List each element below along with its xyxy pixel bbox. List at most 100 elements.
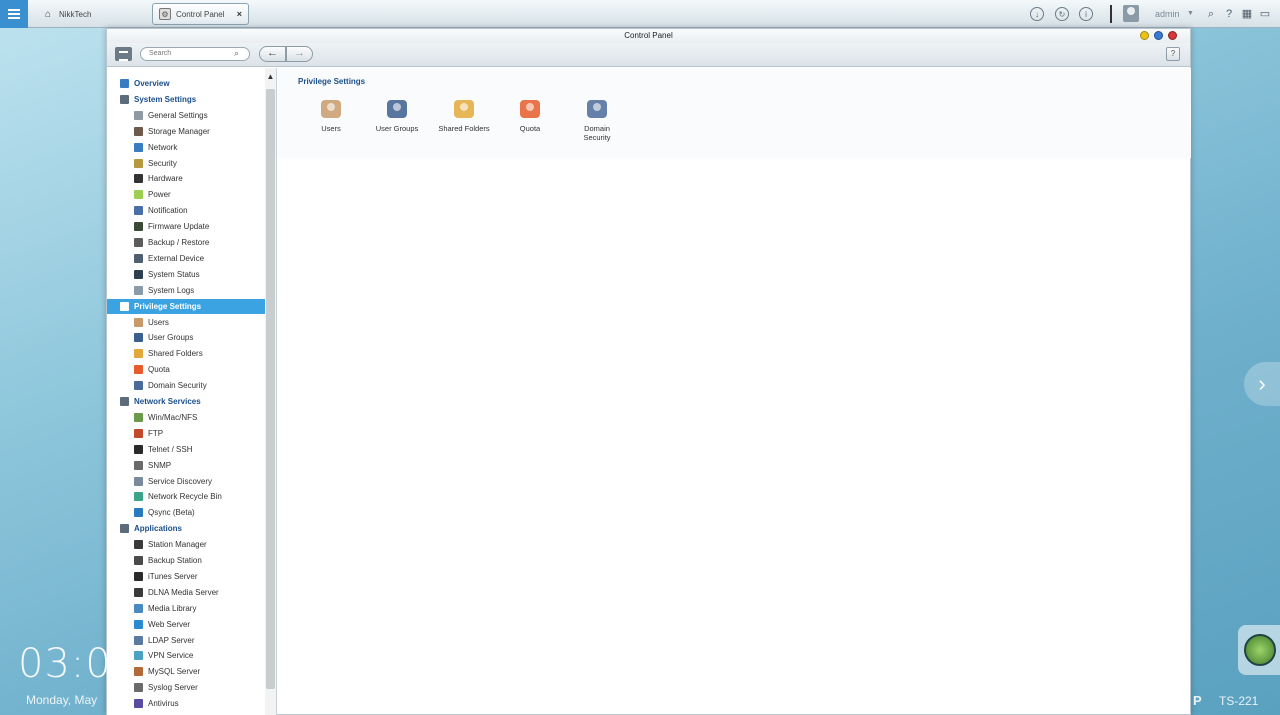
dlna-icon <box>134 587 143 597</box>
sidebar-item-power[interactable]: Power <box>107 187 265 202</box>
close-tab-icon[interactable]: × <box>237 9 242 19</box>
sidebar-item-network[interactable]: Network <box>107 140 265 155</box>
sidebar-item-label: MySQL Server <box>148 667 201 677</box>
tile-shared-folders[interactable]: Shared Folders <box>434 98 494 133</box>
taskbar: ⌂ NikkTech ⚙ Control Panel × ↓ ↻ i admin… <box>0 0 1280 28</box>
sidebar-item-syslog-server[interactable]: Syslog Server <box>107 680 265 695</box>
sidebar-item-external-device[interactable]: External Device <box>107 251 265 266</box>
folder-icon <box>134 349 143 359</box>
sidebar-item-vpn-service[interactable]: VPN Service <box>107 648 265 663</box>
sidebar-item-hardware[interactable]: Hardware <box>107 171 265 186</box>
sidebar-item-applications[interactable]: Applications <box>107 521 265 536</box>
sidebar-item-service-discovery[interactable]: Service Discovery <box>107 474 265 489</box>
sidebar-item-telnet-ssh[interactable]: Telnet / SSH <box>107 442 265 457</box>
sidebar-item-security[interactable]: Security <box>107 156 265 171</box>
sidebar-item-network-services[interactable]: Network Services <box>107 394 265 409</box>
sidebar-item-qsync-beta[interactable]: Qsync (Beta) <box>107 505 265 520</box>
sidebar-item-ftp[interactable]: FTP <box>107 426 265 441</box>
sidebar-item-network-recycle-bin[interactable]: Network Recycle Bin <box>107 489 265 504</box>
sidebar-item-label: External Device <box>148 253 205 263</box>
tab-control-panel[interactable]: ⚙ Control Panel × <box>152 3 249 25</box>
user-name[interactable]: admin <box>1155 9 1180 19</box>
sidebar-item-backup-restore[interactable]: Backup / Restore <box>107 235 265 250</box>
tile-quota[interactable]: Quota <box>500 98 560 133</box>
section-title: Privilege Settings <box>298 77 366 86</box>
sidebar-item-users[interactable]: Users <box>107 315 265 330</box>
refresh-icon[interactable]: ↻ <box>1055 7 1069 21</box>
info-icon[interactable]: i <box>1079 7 1093 21</box>
tile-users[interactable]: Users <box>301 98 361 133</box>
sidebar-item-label: VPN Service <box>148 651 194 661</box>
model-label: TS-221 <box>1219 694 1259 708</box>
sidebar-item-system-status[interactable]: System Status <box>107 267 265 282</box>
sidebar-item-overview[interactable]: Overview <box>107 76 265 91</box>
back-button[interactable]: ← <box>259 46 286 62</box>
sidebar-item-firmware-update[interactable]: Firmware Update <box>107 219 265 234</box>
sidebar-item-antivirus[interactable]: Antivirus <box>107 696 265 711</box>
search-icon[interactable]: ⌕ <box>1204 7 1218 21</box>
tile-domain-security[interactable]: Domain Security <box>567 98 627 142</box>
sidebar-item-system-settings[interactable]: System Settings <box>107 92 265 107</box>
backup-icon <box>134 238 143 247</box>
help-button[interactable]: ? <box>1166 47 1180 61</box>
sidebar-item-dlna-media-server[interactable]: DLNA Media Server <box>107 585 265 600</box>
scroll-up-icon[interactable]: ▲ <box>265 72 276 81</box>
grid-icon[interactable]: ▦ <box>1240 7 1254 21</box>
close-icon[interactable] <box>1168 31 1177 40</box>
toggle-view-button[interactable] <box>115 47 132 61</box>
sidebar-item-shared-folders[interactable]: Shared Folders <box>107 346 265 361</box>
help-icon[interactable]: ? <box>1222 7 1236 21</box>
gear-icon <box>120 94 129 104</box>
main-menu-button[interactable] <box>0 0 28 28</box>
syslog-icon <box>134 683 143 693</box>
sidebar-item-label: Station Manager <box>148 540 207 550</box>
sidebar-item-label: Telnet / SSH <box>148 444 193 454</box>
logs-icon <box>134 285 143 295</box>
sidebar-item-web-server[interactable]: Web Server <box>107 617 265 632</box>
sidebar-item-system-logs[interactable]: System Logs <box>107 283 265 298</box>
sidebar-scrollbar[interactable]: ▲ <box>265 68 276 715</box>
sidebar-item-itunes-server[interactable]: iTunes Server <box>107 569 265 584</box>
monitor-icon[interactable]: ▭ <box>1258 7 1272 21</box>
sidebar-item-station-manager[interactable]: Station Manager <box>107 537 265 552</box>
sidebar-item-ldap-server[interactable]: LDAP Server <box>107 633 265 648</box>
sidebar-item-general-settings[interactable]: General Settings <box>107 108 265 123</box>
sidebar-item-mysql-server[interactable]: MySQL Server <box>107 664 265 679</box>
applications-icon <box>120 524 129 534</box>
search-icon[interactable]: ⌕ <box>234 48 239 59</box>
sidebar-item-privilege-settings[interactable]: Privilege Settings <box>107 298 265 314</box>
minimize-icon[interactable] <box>1140 31 1149 40</box>
snmp-icon <box>134 460 143 470</box>
forward-button[interactable]: → <box>286 46 313 62</box>
sidebar-item-label: Shared Folders <box>148 349 203 359</box>
sidebar-item-domain-security[interactable]: Domain Security <box>107 378 265 393</box>
sidebar-item-label: Antivirus <box>148 699 179 709</box>
sidebar-item-backup-station[interactable]: Backup Station <box>107 553 265 568</box>
notification-icon <box>134 206 143 216</box>
domain-security-icon <box>134 381 143 391</box>
chevron-down-icon[interactable]: ▼ <box>1187 10 1194 17</box>
sidebar-item-label: Qsync (Beta) <box>148 508 195 518</box>
storage-icon <box>134 126 143 136</box>
scrollbar-thumb[interactable] <box>266 89 275 689</box>
sidebar-item-quota[interactable]: Quota <box>107 362 265 377</box>
avatar[interactable] <box>1123 5 1139 22</box>
sidebar-item-label: Service Discovery <box>148 476 213 486</box>
sidebar-item-user-groups[interactable]: User Groups <box>107 330 265 345</box>
tile-user-groups[interactable]: User Groups <box>367 98 427 133</box>
background-task-icon[interactable]: ↓ <box>1030 7 1044 21</box>
chevron-right-icon[interactable]: › <box>1244 362 1280 406</box>
maximize-icon[interactable] <box>1154 31 1163 40</box>
sidebar-item-label: iTunes Server <box>148 571 198 581</box>
sidebar-item-snmp[interactable]: SNMP <box>107 458 265 473</box>
itunes-icon <box>134 571 143 581</box>
tab-home[interactable]: ⌂ NikkTech <box>36 3 146 25</box>
dashboard-widget[interactable] <box>1238 625 1280 675</box>
sidebar-item-storage-manager[interactable]: Storage Manager <box>107 124 265 139</box>
sidebar-item-media-library[interactable]: Media Library <box>107 601 265 616</box>
sidebar-item-label: Firmware Update <box>148 222 210 232</box>
sidebar-item-notification[interactable]: Notification <box>107 203 265 218</box>
sidebar-item-label: Network Recycle Bin <box>148 492 222 502</box>
media-library-icon <box>134 603 143 613</box>
sidebar-item-win-mac-nfs[interactable]: Win/Mac/NFS <box>107 410 265 425</box>
